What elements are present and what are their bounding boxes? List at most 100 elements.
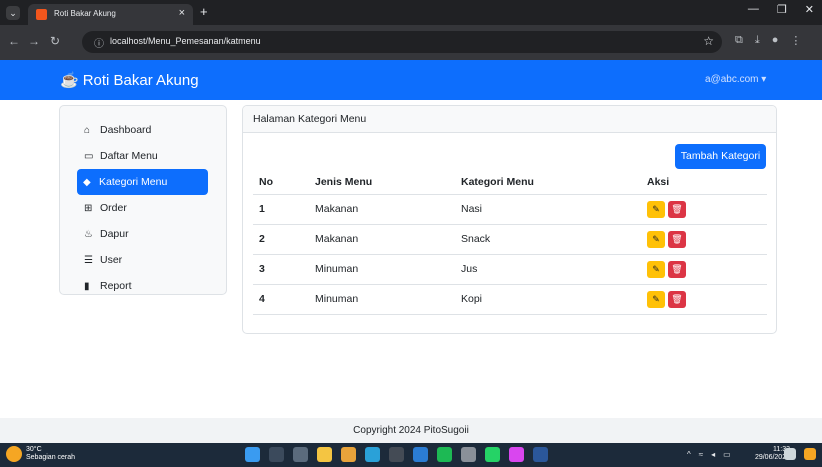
chrome-icon[interactable] (341, 447, 356, 462)
speaker-icon[interactable]: ◂ (711, 450, 715, 459)
tab-close-icon[interactable]: × (179, 7, 185, 19)
sidebar-item-report[interactable]: ▮ Report (78, 273, 208, 299)
chevron-up-icon[interactable]: ^ (687, 450, 691, 459)
browser-address-bar: ← → ↻ ⓘ localhost/Menu_Pemesanan/katmenu… (0, 25, 822, 60)
fire-icon: ♨ (84, 228, 93, 240)
cell-aksi: ✎ 🗑 (641, 254, 767, 285)
user-dropdown[interactable]: a@abc.com ▾ (705, 74, 766, 85)
browser-tab[interactable]: Roti Bakar Akung × (28, 4, 193, 25)
trash-icon[interactable]: 🗑 (668, 200, 686, 218)
windows-start-icon[interactable] (245, 447, 260, 462)
extensions-icon[interactable]: ⧉ (735, 34, 743, 47)
weather-widget[interactable]: 30°C Sebagian cerah (6, 446, 75, 462)
cell-aksi: ✎ 🗑 (641, 224, 767, 255)
copilot-icon[interactable] (804, 448, 816, 460)
table-row: 2 Makanan Snack ✎ 🗑 (253, 224, 767, 255)
clock[interactable]: 11:33 29/06/2024 (742, 446, 790, 462)
search-icon[interactable] (269, 447, 284, 462)
trash-icon[interactable]: 🗑 (668, 290, 686, 308)
edit-icon[interactable]: ✎ (647, 290, 665, 308)
url-bar[interactable]: ⓘ localhost/Menu_Pemesanan/katmenu ☆ (82, 31, 722, 53)
bookmark-star-icon[interactable]: ☆ (703, 34, 714, 48)
new-tab-icon[interactable]: + (200, 4, 208, 19)
toolbar-icons: ⧉ ⤓ ● ⋮ (735, 34, 801, 47)
edge-icon[interactable] (365, 447, 380, 462)
cell-jenis: Makanan (309, 224, 455, 255)
tab-search-icon[interactable]: ⌄ (6, 6, 20, 20)
epic-games-icon[interactable] (389, 447, 404, 462)
edit-icon[interactable]: ✎ (647, 200, 665, 218)
sidebar-item-kategori-menu[interactable]: ◆ Kategori Menu (77, 169, 208, 195)
forward-icon[interactable]: → (28, 34, 40, 48)
footer: Copyright 2024 PitoSugoii (0, 418, 822, 443)
more-menu-icon[interactable]: ⋮ (790, 34, 801, 47)
book-icon: ▭ (84, 150, 94, 162)
kategori-table: No Jenis Menu Kategori Menu Aksi 1 Makan… (253, 171, 767, 315)
table-row: 3 Minuman Jus ✎ 🗑 (253, 254, 767, 285)
sidebar-item-label: Dapur (100, 228, 129, 240)
wifi-icon[interactable]: ≈ (699, 450, 703, 459)
minimize-icon[interactable]: — (748, 3, 759, 16)
mail-icon[interactable] (413, 447, 428, 462)
cell-no: 2 (253, 224, 309, 255)
table-row: 1 Makanan Nasi ✎ 🗑 (253, 194, 767, 225)
cell-kategori: Jus (455, 254, 641, 285)
close-window-icon[interactable]: ✕ (805, 3, 814, 16)
os-taskbar: 30°C Sebagian cerah ^ ≈ ◂ ▭ 11:33 29/06/… (0, 443, 822, 467)
battery-icon[interactable]: ▭ (723, 450, 731, 459)
sidebar-item-order[interactable]: ⊞ Order (78, 195, 208, 221)
weather-desc: Sebagian cerah (26, 454, 76, 461)
trash-icon[interactable]: 🗑 (668, 260, 686, 278)
cell-aksi: ✎ 🗑 (641, 284, 767, 315)
sidebar-item-dapur[interactable]: ♨ Dapur (78, 221, 208, 247)
site-info-icon[interactable]: ⓘ (94, 35, 104, 50)
notification-icon[interactable] (784, 448, 796, 460)
tray-end (784, 448, 816, 460)
kategori-card: Halaman Kategori Menu Tambah Kategori No… (242, 105, 777, 334)
task-view-icon[interactable] (293, 447, 308, 462)
sidebar: ⌂ Dashboard ▭ Daftar Menu ◆ Kategori Men… (59, 105, 227, 295)
cell-aksi: ✎ 🗑 (641, 194, 767, 225)
edit-icon[interactable]: ✎ (647, 230, 665, 248)
tab-title: Roti Bakar Akung (54, 9, 116, 18)
sidebar-item-label: Daftar Menu (100, 150, 158, 162)
app-navbar: ☕ Roti Bakar Akung a@abc.com ▾ (0, 60, 822, 100)
download-icon[interactable]: ⤓ (755, 34, 760, 47)
url-text[interactable]: localhost/Menu_Pemesanan/katmenu (110, 36, 261, 46)
profile-icon[interactable]: ● (772, 34, 779, 47)
trash-icon[interactable]: 🗑 (668, 230, 686, 248)
cell-no: 4 (253, 284, 309, 315)
cell-jenis: Makanan (309, 194, 455, 225)
reload-icon[interactable]: ↻ (50, 34, 60, 48)
tambah-kategori-button[interactable]: Tambah Kategori (675, 144, 766, 169)
word-icon[interactable] (533, 447, 548, 462)
column-header-kategori: Kategori Menu (455, 171, 641, 195)
sidebar-item-dashboard[interactable]: ⌂ Dashboard (78, 117, 208, 143)
maximize-icon[interactable]: ❐ (777, 3, 787, 16)
taskbar-apps (245, 447, 548, 462)
sidebar-item-label: Dashboard (100, 124, 152, 136)
whatsapp-icon[interactable] (485, 447, 500, 462)
cell-kategori: Snack (455, 224, 641, 255)
edit-icon[interactable]: ✎ (647, 260, 665, 278)
clock-time: 11:33 (773, 446, 790, 453)
brand[interactable]: ☕ Roti Bakar Akung (60, 71, 199, 89)
sidebar-item-label: Kategori Menu (99, 176, 168, 188)
column-header-jenis: Jenis Menu (309, 171, 455, 195)
cell-jenis: Minuman (309, 254, 455, 285)
sidebar-item-user[interactable]: ☰ User (78, 247, 208, 273)
sidebar-item-label: Order (100, 202, 127, 214)
sidebar-item-label: Report (100, 280, 132, 292)
list-icon: ☰ (84, 254, 93, 266)
sidebar-item-daftar-menu[interactable]: ▭ Daftar Menu (78, 143, 208, 169)
settings-icon[interactable] (461, 447, 476, 462)
figma-icon[interactable] (509, 447, 524, 462)
temperature: 30°C (26, 446, 42, 453)
spotify-icon[interactable] (437, 447, 452, 462)
cell-jenis: Minuman (309, 284, 455, 315)
file-explorer-icon[interactable] (317, 447, 332, 462)
cart-icon: ⊞ (84, 202, 93, 214)
column-header-aksi: Aksi (641, 171, 767, 195)
sidebar-item-label: User (100, 254, 123, 266)
back-icon[interactable]: ← (8, 34, 20, 48)
